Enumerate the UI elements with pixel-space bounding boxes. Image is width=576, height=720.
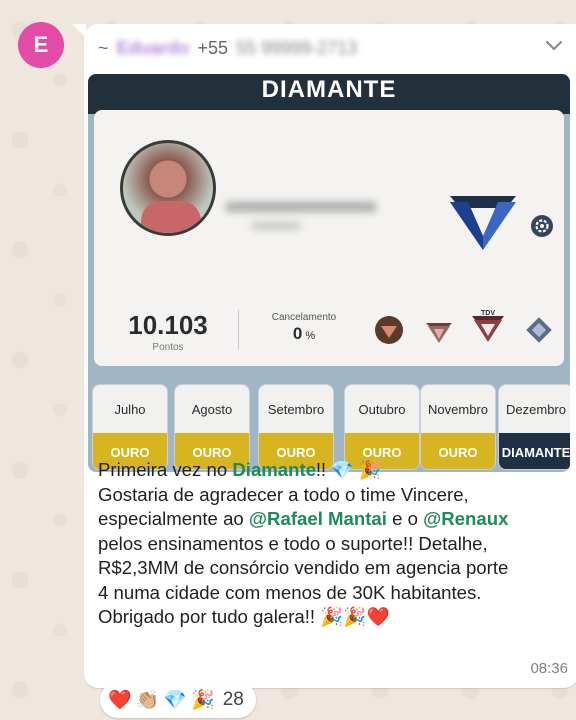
message-line: 4 numa cidade com menos de 30K habitante… — [98, 581, 482, 603]
points-label: Pontos — [152, 342, 184, 353]
message-text-segment: Primeira vez no — [98, 459, 233, 480]
cancel-unit: % — [305, 330, 316, 342]
profile-card: 10.103 Pontos Cancelamento 0% TDV — [94, 110, 564, 366]
sender-tilde: ~ — [98, 37, 109, 58]
diamond-logo-icon — [450, 196, 516, 250]
silver-badge-icon — [426, 323, 452, 343]
message-timestamp: 08:36 — [530, 660, 568, 677]
cancel-label: Cancelamento — [271, 312, 337, 323]
party-popper-reaction-icon: 🎉 — [191, 690, 215, 711]
points-value: 10.103 — [128, 310, 208, 340]
message-line: R$2,3MM de consórcio vendido em agencia … — [98, 557, 509, 578]
tdv-badge-label: TDV — [481, 310, 495, 317]
message-line: Gostaria de agradecer a todo o time Vinc… — [98, 483, 469, 505]
profile-photo — [120, 140, 216, 236]
clap-reaction-icon: 👏🏼 — [135, 690, 160, 711]
message-line: especialmente ao @Rafael Mantai e o @Ren… — [98, 507, 576, 532]
blurred-profile-role — [252, 222, 300, 230]
gem-reaction-icon: 💎 — [163, 690, 188, 711]
heart-reaction-icon: ❤️ — [108, 690, 132, 711]
message-bubble[interactable]: ~ Eduardo +55 55 99999-2713 DIAMANTE 10.… — [84, 24, 576, 688]
mention-rafael-mantai[interactable]: @Rafael Mantai — [249, 508, 387, 529]
sender-avatar[interactable]: E — [18, 22, 64, 68]
month-name: Outubro — [345, 385, 419, 433]
message-line: pelos ensinamentos e todo o suporte!! De… — [98, 532, 488, 554]
month-name: Novembro — [421, 385, 495, 433]
gear-icon[interactable] — [530, 214, 554, 238]
month-name: Agosto — [175, 385, 249, 433]
level-title: DIAMANTE — [261, 76, 397, 103]
card-divider — [238, 310, 239, 350]
message-text: Primeira vez no Diamante!! 💎 🎉 Gostaria … — [98, 458, 576, 630]
tdv-badge-icon: TDV — [472, 310, 504, 342]
sender-phone: 55 99999-2713 — [236, 37, 358, 58]
media-image[interactable]: DIAMANTE 10.103 Pontos Cancelamento 0 % … — [88, 74, 570, 472]
sender-name[interactable]: Eduardo — [117, 38, 190, 59]
cancel-number: 0 — [292, 324, 303, 343]
blue-rank-badge-icon — [526, 317, 552, 343]
message-text-segment: e o — [386, 508, 424, 529]
mention-renaux[interactable]: @Renaux — [423, 508, 508, 529]
chevron-down-icon[interactable] — [542, 34, 566, 58]
reaction-count: 28 — [222, 689, 244, 710]
message-text-segment: !! 💎 🎉 — [316, 460, 381, 480]
cancel-value: 0% — [262, 324, 346, 344]
sender-header: ~ Eduardo +55 55 99999-2713 — [98, 34, 568, 62]
sender-phone-prefix: +55 — [197, 37, 229, 58]
bronze-badge-icon — [375, 316, 403, 344]
avatar-letter: E — [33, 32, 49, 57]
month-name: Dezembro — [499, 385, 570, 433]
message-line: Obrigado por tudo galera!! 🎉🎉❤️ — [98, 606, 390, 627]
month-name: Setembro — [259, 385, 333, 433]
message-line: Primeira vez no Diamante!! 💎 🎉 — [98, 458, 576, 483]
blurred-profile-name — [226, 202, 376, 212]
message-text-segment: especialmente ao — [98, 508, 249, 529]
month-name: Julho — [93, 385, 167, 433]
reactions-bar[interactable]: ❤️ 👏🏼 💎 🎉 28 — [100, 682, 256, 718]
diamante-highlight: Diamante — [232, 459, 317, 480]
